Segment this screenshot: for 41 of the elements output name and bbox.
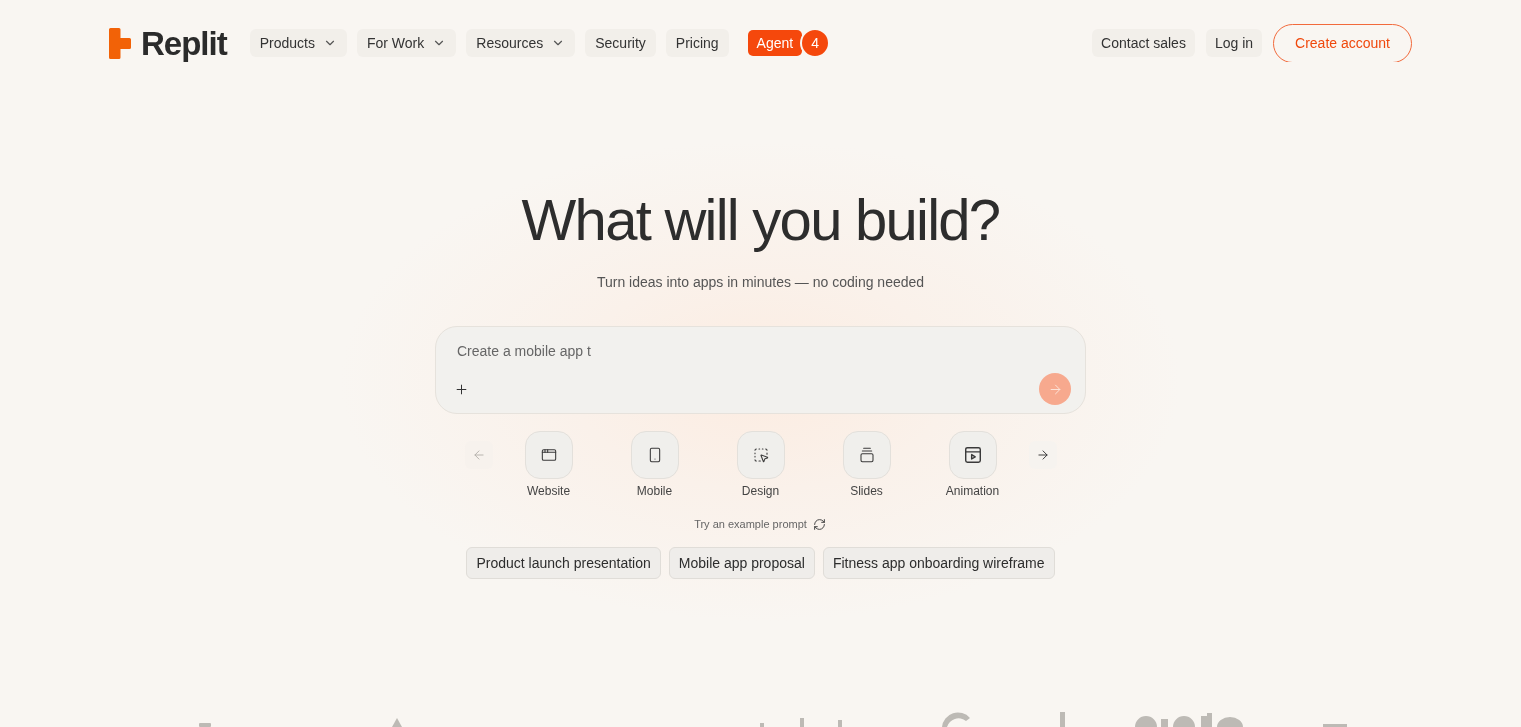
cropped-logo-icon — [1323, 724, 1347, 727]
nav-dropdown[interactable]: Products — [249, 29, 347, 57]
category-tile[interactable] — [948, 431, 997, 479]
category-label: Animation — [945, 483, 1000, 499]
hero-title: What will you build? — [521, 190, 1000, 250]
nav-link[interactable]: Security — [585, 29, 656, 57]
refresh-button[interactable] — [812, 517, 827, 531]
header-link[interactable]: Log in — [1205, 29, 1263, 57]
category-label: Slides — [850, 483, 883, 499]
logo-icon[interactable] — [109, 27, 131, 59]
dashed-square-cursor-icon — [752, 447, 769, 463]
play-window-icon — [964, 447, 981, 463]
example-prompt-chip[interactable]: Fitness app onboarding wireframe — [822, 547, 1055, 579]
cropped-logo-icon — [199, 723, 211, 727]
example-prompt-chip[interactable]: Product launch presentation — [466, 547, 661, 579]
category-label: Mobile — [636, 483, 673, 499]
count-badge: 4 — [800, 28, 831, 58]
category-tile[interactable] — [842, 431, 891, 479]
logo-wordmark[interactable]: Replit — [141, 26, 227, 60]
cropped-logo-icon — [760, 716, 844, 727]
arrow-right-icon — [1047, 381, 1063, 397]
plus-icon — [453, 381, 469, 397]
next-button[interactable] — [1028, 441, 1057, 469]
category-label: Website — [526, 483, 571, 499]
category-tile[interactable] — [524, 431, 573, 479]
nav-dropdown[interactable]: For Work — [357, 29, 457, 57]
nav-link[interactable]: Pricing — [665, 29, 729, 57]
category-label: Design — [741, 483, 780, 499]
example-prompt-label: Try an example prompt — [694, 517, 807, 532]
hero-subtitle: Turn ideas into apps in minutes — no coding needed — [596, 273, 925, 292]
example-prompt-chip[interactable]: Mobile app proposal — [668, 547, 815, 579]
category-tile[interactable] — [630, 431, 679, 479]
category-tile[interactable] — [736, 431, 785, 479]
cropped-logo-icon — [392, 718, 402, 727]
refresh-icon — [813, 517, 827, 531]
stacked-slides-icon — [858, 447, 875, 463]
prompt-input[interactable]: Create a mobile app t — [450, 341, 1071, 361]
nav-dropdown[interactable]: Resources — [466, 29, 576, 57]
header-link[interactable]: Contact sales — [1092, 29, 1195, 57]
browser-window-icon — [540, 447, 557, 463]
agent-link[interactable]: Agent — [747, 30, 803, 56]
